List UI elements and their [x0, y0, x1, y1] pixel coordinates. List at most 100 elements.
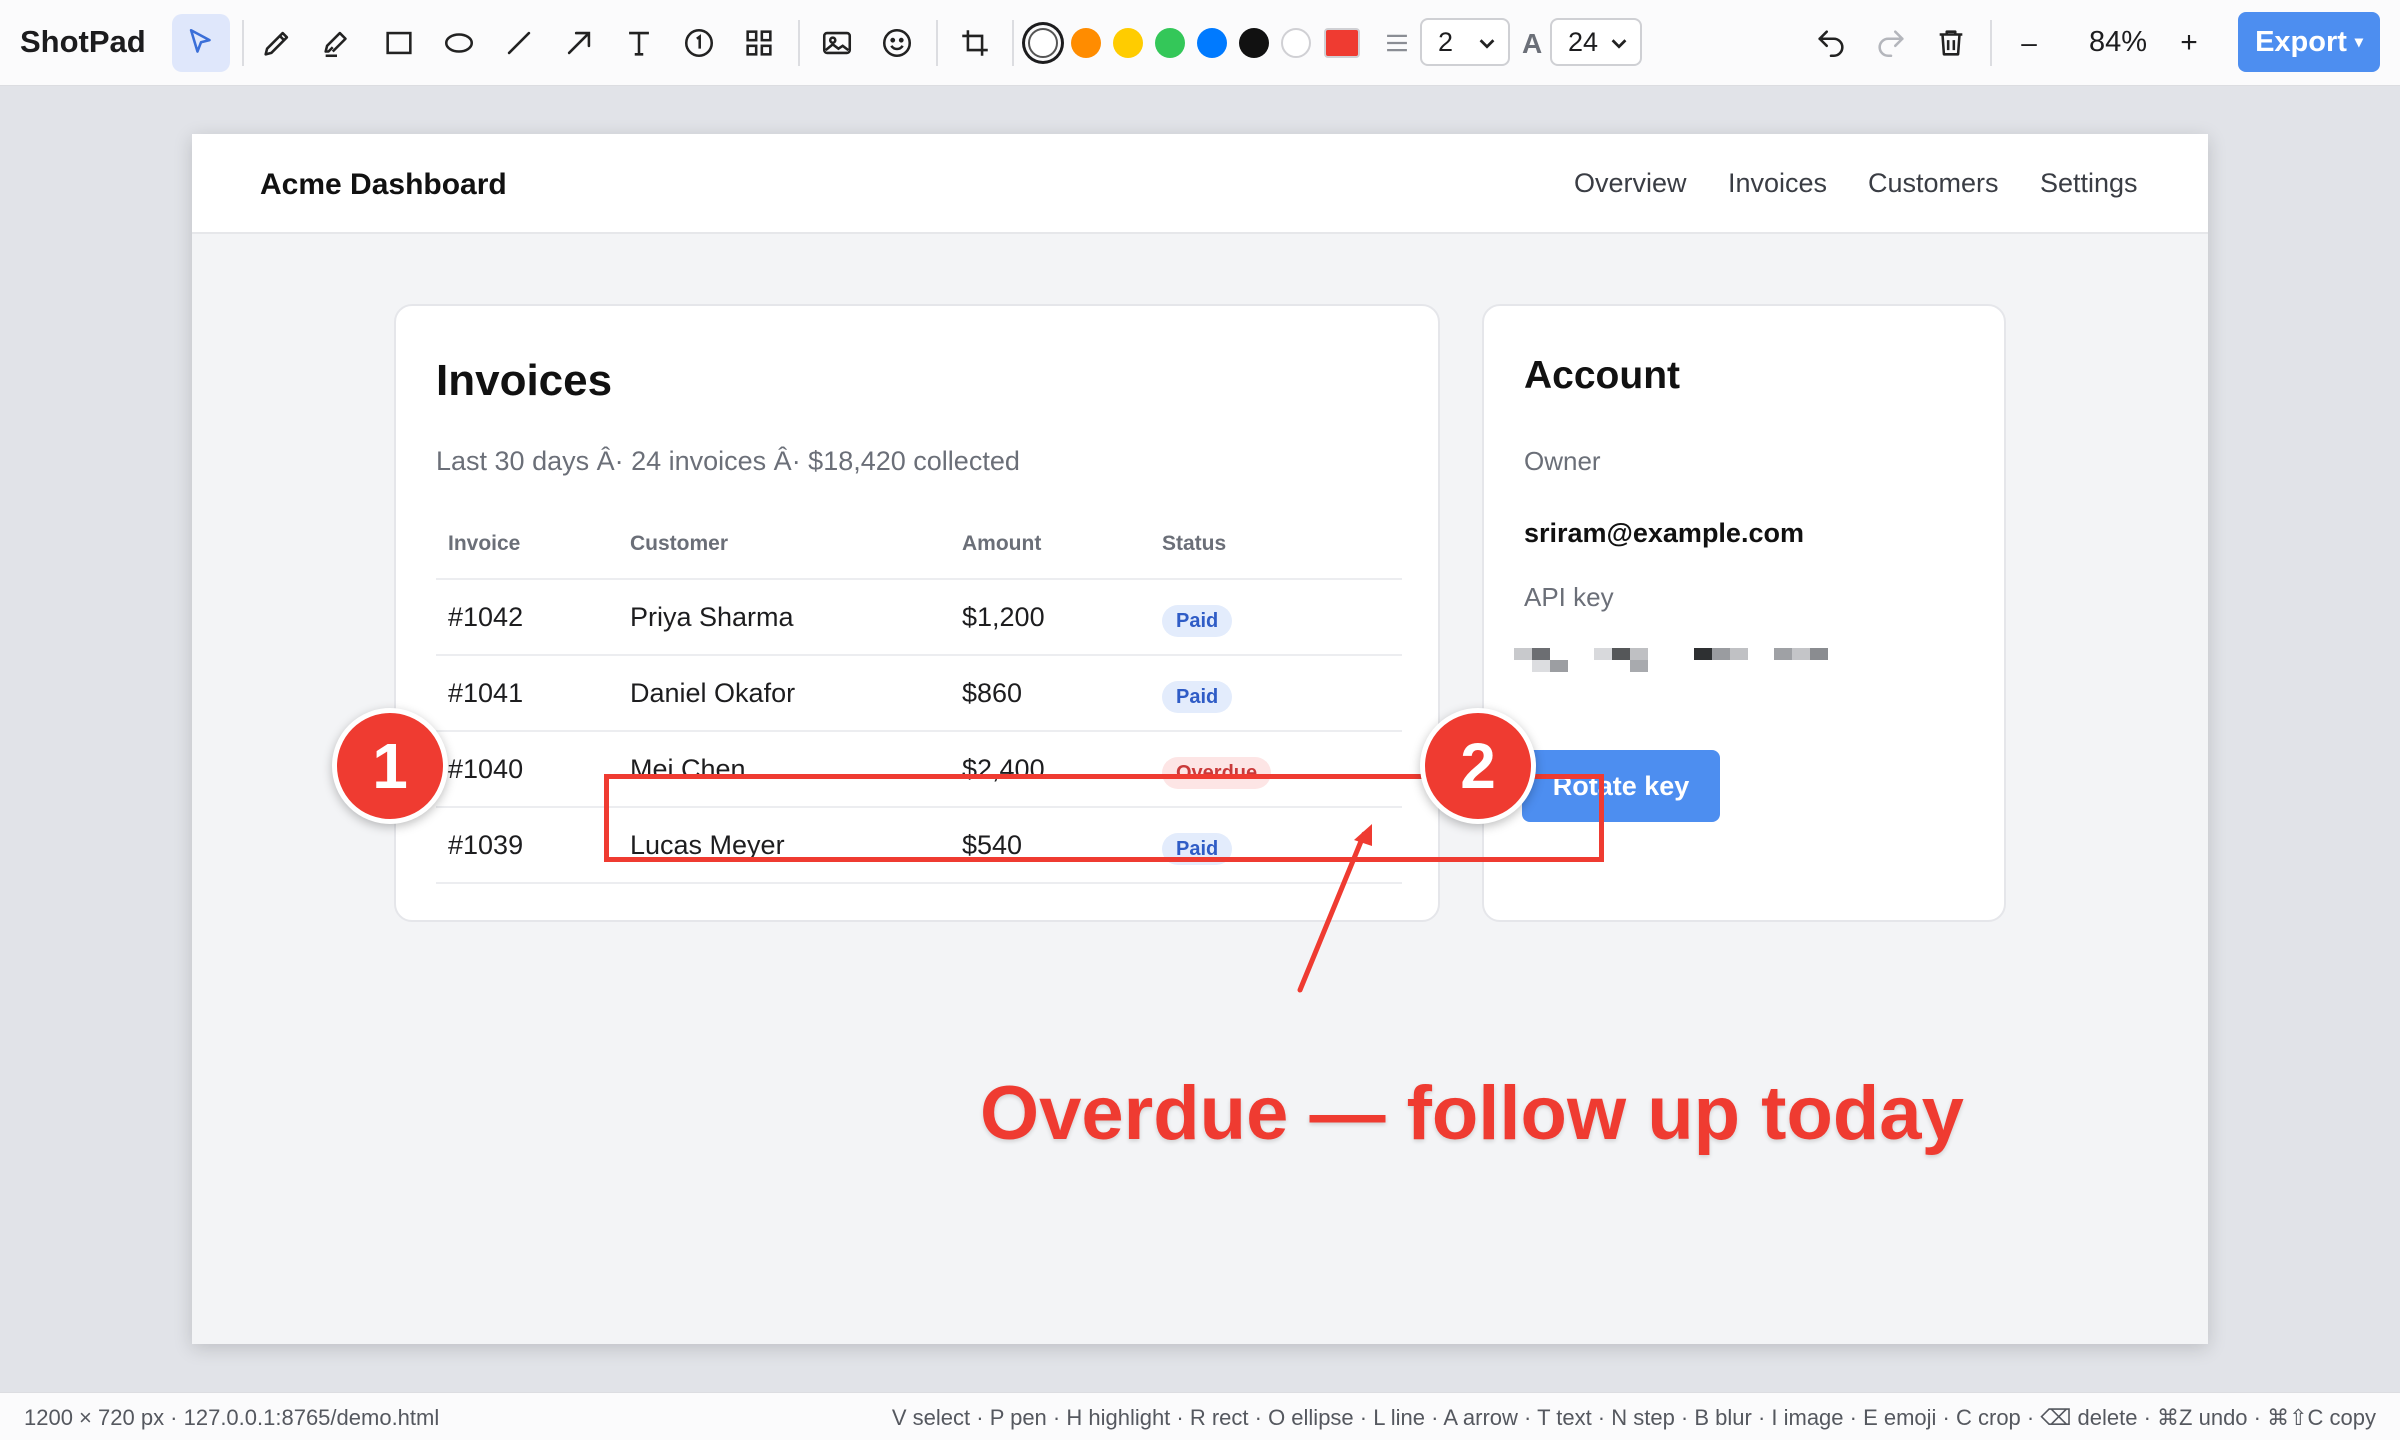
rectangle-icon	[386, 31, 412, 55]
emoji-icon	[882, 28, 912, 58]
shortcut-hints: V select · P pen · H highlight · R rect …	[891, 1405, 2376, 1430]
brand-title: Acme Dashboard	[260, 168, 507, 201]
invoice-id: #1040	[448, 754, 524, 784]
customer-name: Daniel Okafor	[630, 678, 796, 708]
toolbar-separator	[798, 20, 800, 66]
line-icon	[507, 31, 531, 55]
nav-link-invoices[interactable]: Invoices	[1728, 168, 1827, 199]
status-info: 1200 × 720 px · 127.0.0.1:8765/demo.html	[24, 1405, 440, 1430]
nav-link-overview[interactable]: Overview	[1574, 168, 1687, 199]
status-bar: 1200 × 720 px · 127.0.0.1:8765/demo.html…	[0, 1392, 2400, 1440]
invoices-summary: Last 30 days Â· 24 invoices Â· $18,420 c…	[436, 446, 1020, 476]
font-size-select[interactable]: 24	[1550, 18, 1642, 66]
highlighter-icon	[324, 31, 347, 58]
font-size-icon: A	[1522, 28, 1543, 59]
table-divider	[436, 882, 1402, 884]
table-divider	[436, 654, 1402, 656]
nav-link-customers[interactable]: Customers	[1868, 168, 1999, 199]
api-key-label: API key	[1524, 582, 1614, 612]
canvas-area[interactable]: Acme Dashboard Overview Invoices Custome…	[0, 86, 2400, 1392]
zoom-level: 84%	[2088, 26, 2148, 58]
status-badge: Paid	[1162, 681, 1233, 713]
toolbar-separator	[936, 20, 938, 66]
color-swatch-black[interactable]	[1239, 28, 1269, 58]
api-key-blurred-value	[1514, 648, 1834, 688]
toolbar: ShotPad 2 A 24 – 84% + Export ▾	[0, 0, 2400, 86]
account-title: Account	[1524, 354, 1680, 397]
color-swatch-white[interactable]	[1028, 28, 1058, 58]
image-tool-button[interactable]	[808, 14, 866, 72]
ellipse-icon	[444, 33, 474, 53]
trash-icon	[1939, 30, 1963, 56]
stroke-width-select[interactable]: 2	[1420, 18, 1510, 66]
crop-icon	[962, 30, 988, 56]
crop-tool-button[interactable]	[946, 14, 1004, 72]
annotation-callout-text[interactable]: Overdue — follow up today	[980, 1070, 1964, 1157]
text-icon	[629, 31, 649, 56]
owner-label: Owner	[1524, 446, 1601, 476]
zoom-in-button[interactable]: +	[2160, 14, 2218, 72]
emoji-tool-button[interactable]	[868, 14, 926, 72]
stroke-width-value: 2	[1438, 26, 1454, 57]
font-size-value: 24	[1568, 26, 1599, 57]
color-swatch-white-2[interactable]	[1281, 28, 1311, 58]
color-swatch-blue[interactable]	[1197, 28, 1227, 58]
delete-button[interactable]	[1922, 14, 1980, 72]
toolbar-separator	[242, 20, 244, 66]
toolbar-separator	[1012, 20, 1014, 66]
export-label: Export	[2255, 25, 2347, 58]
rect-tool-button[interactable]	[370, 14, 428, 72]
column-header-customer: Customer	[630, 532, 729, 555]
blur-grid-icon	[746, 30, 772, 56]
undo-button[interactable]	[1802, 14, 1860, 72]
ellipse-tool-button[interactable]	[430, 14, 488, 72]
step-tool-button[interactable]	[670, 14, 728, 72]
column-header-invoice: Invoice	[448, 532, 521, 555]
app-title: ShotPad	[20, 24, 146, 59]
text-tool-button[interactable]	[610, 14, 668, 72]
color-swatch-green[interactable]	[1155, 28, 1185, 58]
highlight-tool-button[interactable]	[308, 14, 366, 72]
blur-tool-button[interactable]	[730, 14, 788, 72]
step-number-icon	[684, 28, 714, 58]
step-marker-1[interactable]: 1	[332, 708, 448, 824]
redo-icon	[1878, 30, 1904, 58]
invoice-id: #1041	[448, 678, 524, 708]
chevron-down-icon	[1611, 39, 1627, 49]
line-tool-button[interactable]	[490, 14, 548, 72]
stroke-width-icon	[1387, 34, 1407, 52]
color-swatch-yellow[interactable]	[1113, 28, 1143, 58]
nav-link-settings[interactable]: Settings	[2040, 168, 2138, 199]
invoice-amount: $860	[962, 678, 1023, 708]
screenshot-page[interactable]: Acme Dashboard Overview Invoices Custome…	[192, 134, 2208, 1344]
chevron-down-icon	[1479, 39, 1495, 49]
redo-button[interactable]	[1862, 14, 1920, 72]
invoice-id: #1039	[448, 830, 524, 860]
custom-color-picker[interactable]	[1324, 28, 1360, 58]
cursor-icon	[189, 28, 211, 53]
toolbar-separator	[1990, 20, 1992, 66]
export-button[interactable]: Export ▾	[2238, 12, 2380, 72]
customer-name: Priya Sharma	[630, 602, 794, 632]
select-tool-button[interactable]	[172, 14, 230, 72]
invoice-id: #1042	[448, 602, 524, 632]
arrow-tool-button[interactable]	[550, 14, 608, 72]
image-icon	[822, 31, 852, 55]
undo-icon	[1818, 30, 1844, 58]
table-divider	[436, 578, 1402, 580]
invoice-amount: $1,200	[962, 602, 1045, 632]
invoices-title: Invoices	[436, 356, 613, 405]
page-header: Acme Dashboard Overview Invoices Custome…	[192, 134, 2208, 234]
status-badge: Paid	[1162, 605, 1233, 637]
color-swatch-orange[interactable]	[1071, 28, 1101, 58]
column-header-amount: Amount	[962, 532, 1042, 555]
pen-tool-button[interactable]	[248, 14, 306, 72]
chevron-down-icon: ▾	[2354, 34, 2363, 51]
pencil-icon	[264, 31, 289, 56]
zoom-out-button[interactable]: –	[2000, 14, 2058, 72]
step-marker-2[interactable]: 2	[1420, 708, 1536, 824]
owner-email: sriram@example.com	[1524, 518, 1804, 548]
column-header-status: Status	[1162, 532, 1227, 555]
table-divider	[436, 730, 1402, 732]
arrow-icon	[567, 31, 591, 55]
